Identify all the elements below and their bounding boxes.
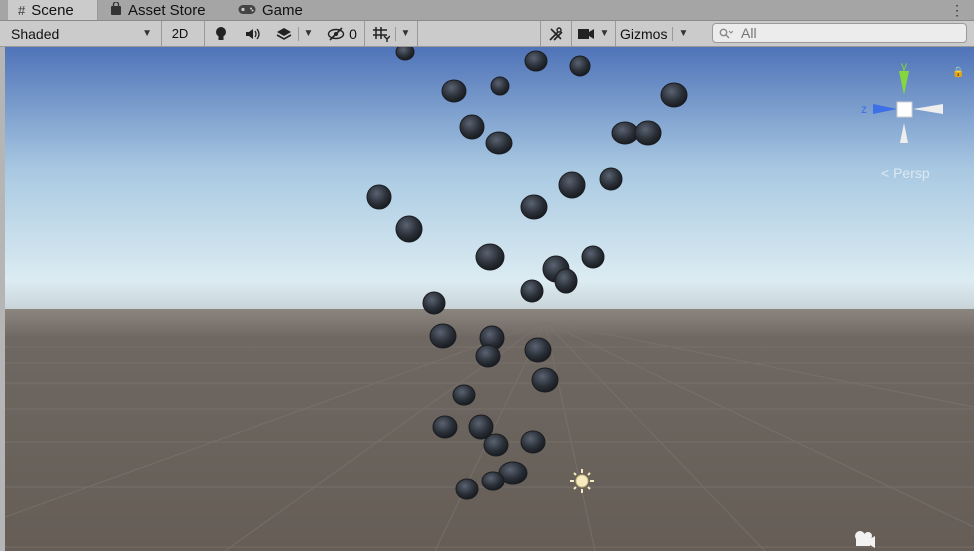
gizmo-y-label: y [901,59,907,73]
tab-asset-store-label: Asset Store [128,1,206,19]
lighting-toggle-button[interactable] [206,21,236,46]
search-icon [719,28,733,38]
effects-layers-icon [276,27,291,40]
camera-settings-dropdown[interactable]: ▼ [573,21,613,46]
dropdown-arrow-icon: ▼ [142,28,152,39]
gizmo-neg-y-axis[interactable] [900,123,908,143]
grid-snap-icon [372,26,390,42]
shopping-bag-icon [110,1,122,18]
dropdown-arrow-icon: ▼ [400,28,411,39]
dropdown-arrow-icon: ▼ [303,28,314,39]
more-options-icon[interactable]: ⋮ [950,2,964,19]
projection-toggle[interactable]: < Persp [881,165,930,181]
scene-viewport[interactable]: 🔒 y z < Persp [5,47,974,551]
dropdown-arrow-icon: ▼ [599,28,610,39]
dropdown-arrow-icon: ▼ [678,28,689,39]
audio-toggle-button[interactable] [238,21,268,46]
projection-label: Persp [893,165,930,181]
lightbulb-icon [216,26,226,40]
video-camera-icon [577,28,594,39]
tab-scene[interactable]: # Scene [8,0,98,20]
tab-scene-label: Scene [31,1,74,19]
gizmo-neg-z-axis[interactable] [913,104,943,114]
tools-toggle-button[interactable] [542,21,570,46]
effects-dropdown[interactable]: ▼ [270,21,318,46]
tab-game-label: Game [262,1,303,19]
skybox [5,47,974,322]
search-input[interactable] [739,24,943,42]
gizmo-y-axis[interactable] [899,71,909,95]
gizmo-z-label: z [861,102,867,116]
grid-dropdown[interactable]: ▼ [366,21,416,46]
hidden-count: 0 [349,25,357,42]
orientation-gizmo[interactable]: 🔒 y z < Persp [855,57,965,192]
scene-search-field[interactable] [712,23,967,43]
tab-bar: # Scene Asset Store Game ⋮ [0,0,974,21]
2d-toggle-button[interactable]: 2D [164,21,196,46]
speaker-icon [246,28,260,39]
scene-toolbar: Shaded ▼ 2D ▼ 0 ▼ ▼ Gizmos ▼ [0,21,974,47]
grid-hash-icon: # [18,2,26,18]
gizmos-label: Gizmos [620,25,668,42]
gamepad-icon [238,3,256,18]
gizmo-z-axis[interactable] [873,104,897,114]
tab-game[interactable]: Game [238,0,303,20]
hidden-objects-toggle[interactable]: 0 [322,21,362,46]
tab-asset-store[interactable]: Asset Store [110,0,206,20]
lock-icon[interactable]: 🔒 [952,66,964,78]
2d-label: 2D [171,26,189,41]
gizmos-dropdown[interactable]: Gizmos ▼ [617,21,703,46]
gizmo-center-cube[interactable] [896,101,913,118]
shading-mode-dropdown[interactable]: Shaded ▼ [0,21,160,46]
wrench-tools-icon [549,26,563,41]
scene-canvas[interactable] [5,47,974,551]
shading-mode-label: Shaded [11,25,60,42]
eye-slash-icon [327,26,345,41]
